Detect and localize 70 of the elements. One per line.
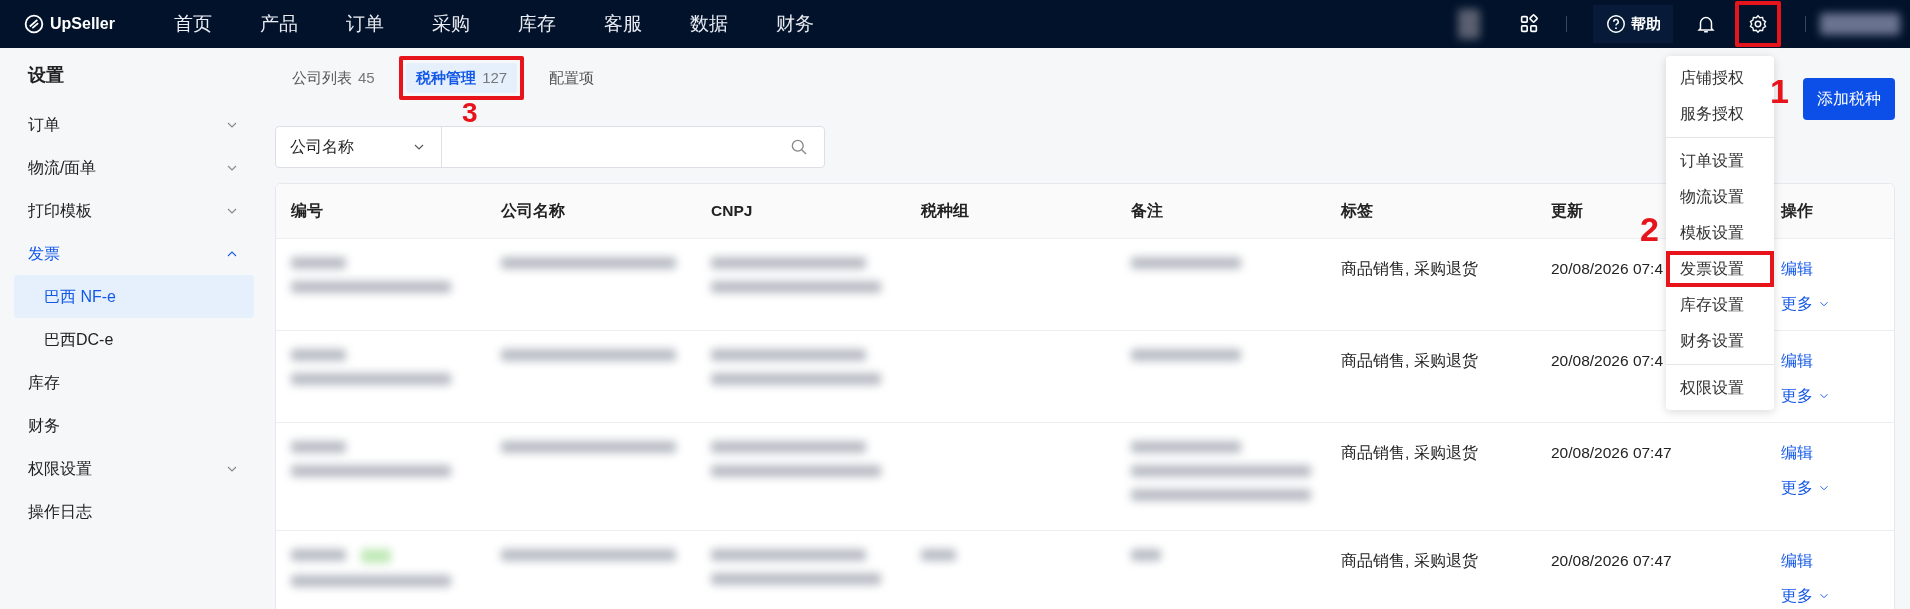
column-header: 税种组: [921, 202, 969, 220]
blurred-text: [1131, 549, 1161, 561]
tab[interactable]: 公司列表 45: [282, 62, 385, 94]
sidebar-item[interactable]: 权限设置: [14, 447, 254, 490]
column-header: 备注: [1131, 202, 1163, 220]
annotation-number: 3: [462, 99, 478, 127]
blurred-text: [1458, 9, 1481, 39]
tag-text: 商品销售, 采购退货: [1341, 552, 1478, 569]
sidebar-title: 设置: [26, 64, 65, 87]
edit-link[interactable]: 编辑: [1781, 441, 1813, 465]
sidebar-item[interactable]: 打印模板: [14, 189, 254, 232]
more-link[interactable]: 更多: [1781, 476, 1831, 500]
nav-link[interactable]: 产品: [236, 9, 322, 39]
annotation-number: 2: [1640, 212, 1659, 246]
sidebar-item[interactable]: 库存: [14, 361, 254, 404]
tab[interactable]: 配置项: [538, 62, 604, 94]
edit-link[interactable]: 编辑: [1781, 257, 1813, 281]
nav-link[interactable]: 库存: [494, 9, 580, 39]
updated-time: 20/08/2026 07:47: [1551, 444, 1672, 461]
updated-time: 20/08/2026 07:47: [1551, 552, 1672, 569]
blurred-text: [291, 441, 346, 453]
menu-item[interactable]: 权限设置: [1666, 370, 1774, 406]
sidebar-item[interactable]: 物流/面单: [14, 146, 254, 189]
blurred-text: [291, 349, 346, 361]
menu-item[interactable]: 物流设置: [1666, 179, 1774, 215]
menu-item[interactable]: 订单设置: [1666, 143, 1774, 179]
nav-link[interactable]: 采购: [408, 9, 494, 39]
updated-time: 20/08/2026 07:4: [1551, 260, 1664, 277]
more-link[interactable]: 更多: [1781, 292, 1831, 316]
nav-link[interactable]: 订单: [322, 9, 408, 39]
more-link[interactable]: 更多: [1781, 384, 1831, 408]
help-button[interactable]: 帮助: [1593, 4, 1673, 44]
blurred-text: [291, 257, 346, 269]
nav-link[interactable]: 数据: [666, 9, 752, 39]
menu-item[interactable]: 财务设置: [1666, 323, 1774, 359]
sidebar-item[interactable]: 发票: [14, 232, 254, 275]
column-header: 公司名称: [501, 202, 565, 220]
add-tax-button[interactable]: 添加税种: [1803, 78, 1895, 120]
blurred-text: [291, 549, 346, 561]
tag-text: 商品销售, 采购退货: [1341, 260, 1478, 277]
apps-icon[interactable]: [1518, 13, 1541, 35]
column-header: CNPJ: [711, 202, 753, 220]
column-header: 编号: [291, 202, 323, 220]
menu-item[interactable]: 模板设置: [1666, 215, 1774, 251]
blurred-text: [921, 549, 956, 561]
help-icon: [1605, 13, 1628, 35]
logo-icon: [24, 14, 44, 34]
edit-link[interactable]: 编辑: [1781, 549, 1813, 573]
logo-text: UpSeller: [50, 14, 115, 34]
column-header: 操作: [1781, 202, 1813, 220]
tag-text: 商品销售, 采购退货: [1341, 444, 1478, 461]
sidebar-item[interactable]: 操作日志: [14, 490, 254, 533]
nav-link[interactable]: 首页: [150, 9, 236, 39]
more-link[interactable]: 更多: [1781, 584, 1831, 608]
blurred-tag: [361, 549, 391, 563]
edit-link[interactable]: 编辑: [1781, 349, 1813, 373]
menu-item[interactable]: 库存设置: [1666, 287, 1774, 323]
settings-icon[interactable]: [1747, 13, 1769, 35]
tag-text: 商品销售, 采购退货: [1341, 352, 1478, 369]
tab[interactable]: 税种管理 127: [406, 62, 518, 94]
updated-time: 20/08/2026 07:4: [1551, 352, 1664, 369]
sidebar-item[interactable]: 订单: [14, 103, 254, 146]
nav-link[interactable]: 财务: [752, 9, 838, 39]
nav-link[interactable]: 客服: [580, 9, 666, 39]
sidebar-item[interactable]: 巴西 NF-e: [14, 275, 254, 318]
menu-item[interactable]: 发票设置: [1666, 251, 1774, 287]
column-header: 更新: [1551, 202, 1583, 220]
sidebar-item[interactable]: 巴西DC-e: [14, 318, 254, 361]
column-header: 标签: [1341, 202, 1373, 220]
sidebar-item[interactable]: 财务: [14, 404, 254, 447]
